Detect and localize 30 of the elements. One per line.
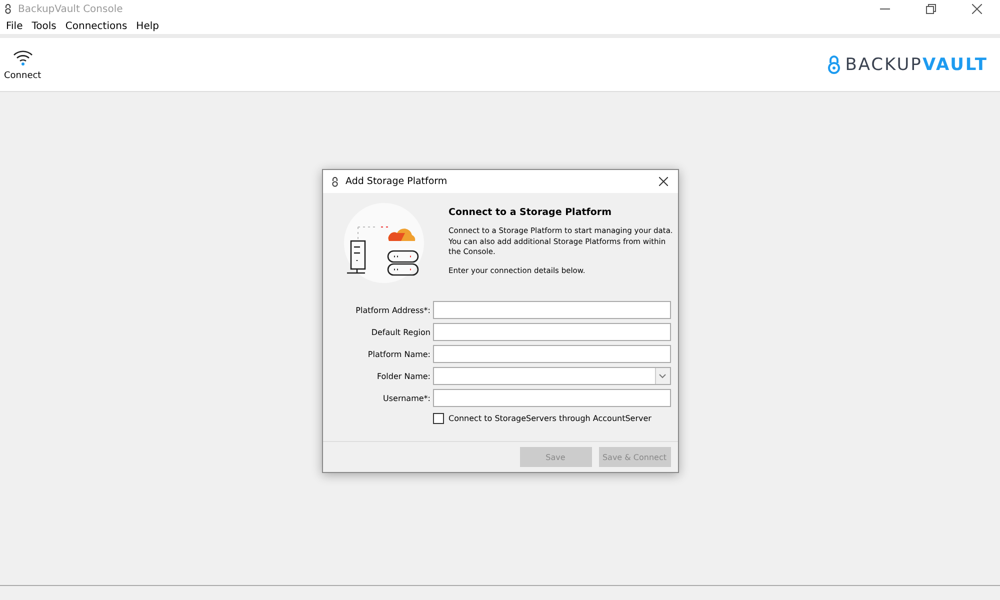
input-field[interactable] (432, 323, 670, 341)
chevron-down-icon[interactable] (654, 368, 670, 384)
close-icon (659, 177, 668, 186)
menu-item[interactable]: File (6, 20, 23, 32)
dialog-heading: Connect to a Storage Platform (448, 207, 613, 218)
menu-item[interactable]: Help (136, 20, 159, 32)
field-label: Platform Address*: (354, 306, 430, 314)
app-icon (330, 176, 338, 186)
menu-item[interactable]: Tools (32, 20, 56, 32)
logo-text: BACKUP (845, 54, 922, 74)
restore-icon (926, 4, 936, 14)
input-field[interactable] (432, 301, 670, 319)
padlock-icon (827, 55, 842, 74)
connect-button[interactable]: Connect (4, 48, 42, 80)
menu-item[interactable]: Connections (65, 20, 128, 32)
checkbox[interactable] (432, 413, 444, 424)
app-icon (4, 4, 12, 14)
dropdown-field[interactable] (432, 367, 670, 385)
input-field[interactable] (432, 389, 670, 407)
close-icon (972, 4, 982, 14)
field-label: Platform Name: (366, 350, 430, 358)
checkbox-label: Connect to StorageServers through AccountServer (448, 414, 652, 423)
wifi-icon (12, 48, 34, 66)
field-label: Default Region (370, 328, 430, 336)
logo-text: VAULT (922, 54, 988, 74)
input-field[interactable] (432, 345, 670, 363)
field-label: Folder Name: (376, 372, 430, 380)
window-title: BackupVault Console (18, 4, 123, 14)
dialog-title: Add Storage Platform (346, 176, 448, 187)
field-label: Username*: (382, 394, 430, 402)
